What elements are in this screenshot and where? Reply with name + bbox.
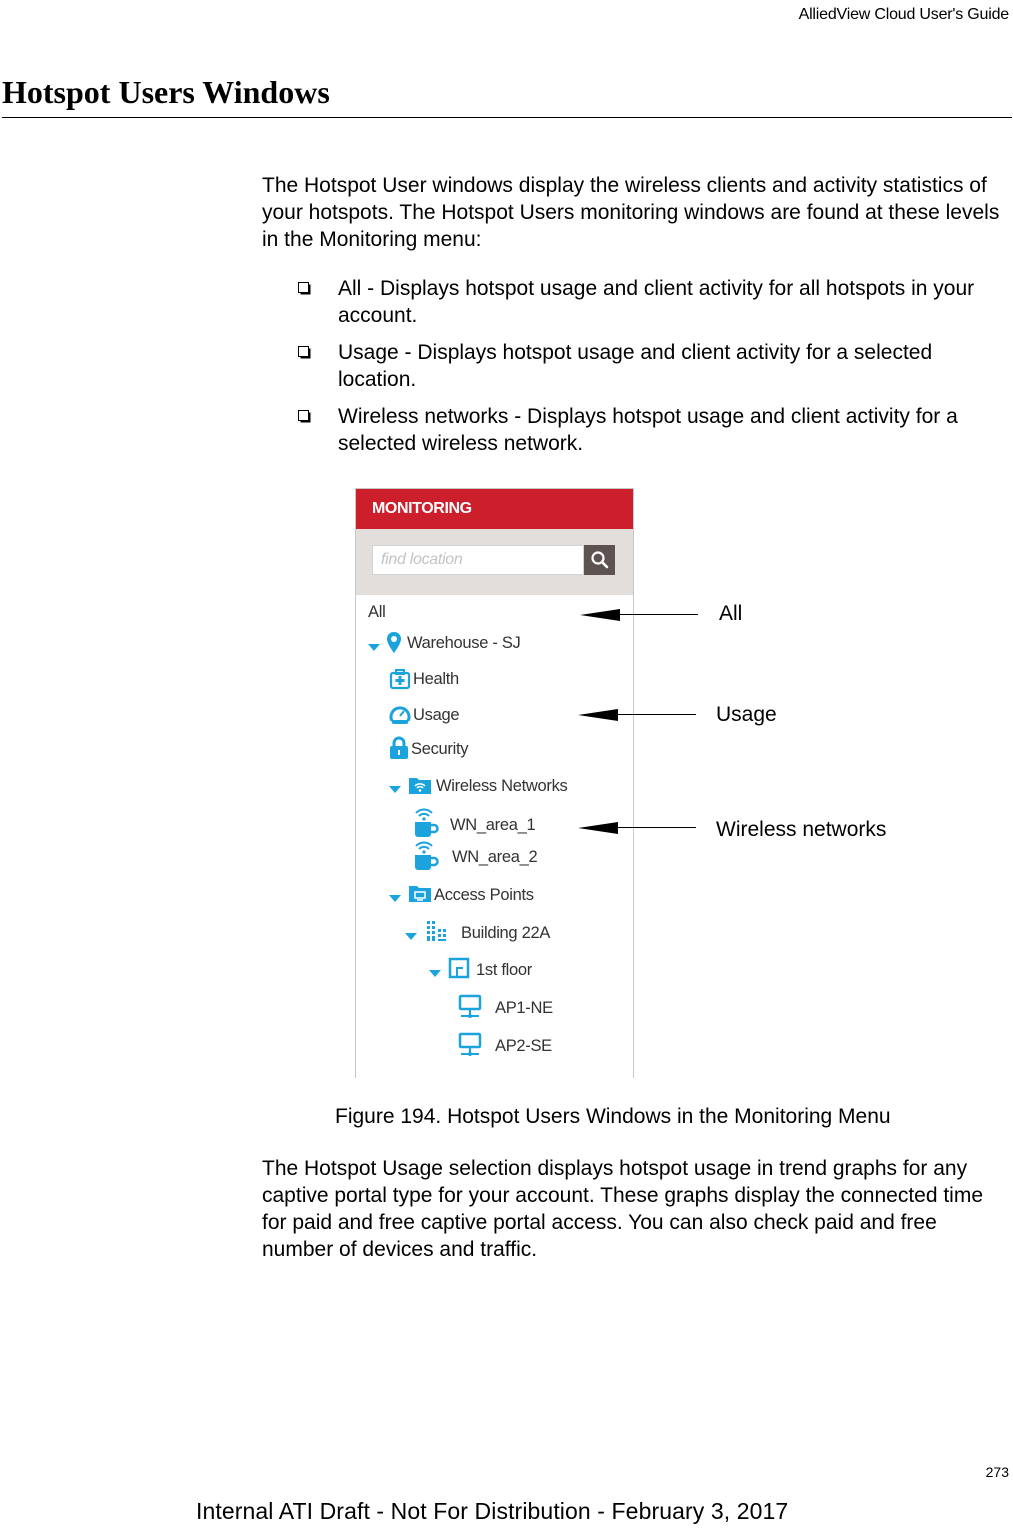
draft-footer: Internal ATI Draft - Not For Distributio… — [196, 1498, 789, 1524]
wifi-folder-icon — [409, 778, 431, 794]
tree-label: Warehouse - SJ — [407, 634, 521, 652]
search-area: find location — [356, 529, 633, 595]
floor-icon — [448, 957, 470, 979]
tree-label: AP2-SE — [495, 1037, 552, 1055]
access-point-icon — [458, 1032, 482, 1056]
tree-label: 1st floor — [476, 961, 532, 979]
tree-item-warehouse-sj[interactable]: Warehouse - SJ — [407, 631, 521, 655]
monitoring-header: MONITORING — [356, 489, 633, 529]
tree-label: WN_area_1 — [450, 816, 536, 834]
callout-line-wireless — [614, 827, 696, 828]
tree-item-wireless-networks[interactable]: Wireless Networks — [436, 774, 568, 798]
tree-item-security[interactable]: Security — [411, 737, 469, 761]
tree-item-usage[interactable]: Usage — [413, 703, 460, 727]
tree-item-health[interactable]: Health — [413, 667, 459, 691]
bullet-text: Usage - Displays hotspot usage and clien… — [338, 341, 933, 391]
callout-arrowhead — [580, 609, 620, 621]
expand-caret-icon[interactable] — [368, 644, 380, 651]
callout-arrowhead — [578, 822, 618, 834]
intro-paragraph: The Hotspot User windows display the wir… — [262, 174, 1000, 251]
wifi-hotspot-cup-icon — [415, 841, 439, 870]
callout-label-usage: Usage — [716, 703, 777, 726]
callout-line-all — [616, 614, 698, 615]
checkbox-bullet-icon — [298, 346, 309, 357]
bullet-item-usage: Usage - Displays hotspot usage and clien… — [298, 339, 1010, 393]
tree-label: AP1-NE — [495, 999, 553, 1017]
tree-label: All — [368, 603, 386, 621]
tree-label: Building 22A — [461, 924, 551, 942]
expand-caret-icon[interactable] — [389, 786, 401, 793]
bullet-text: All - Displays hotspot usage and client … — [338, 277, 975, 327]
location-pin-icon — [387, 632, 401, 653]
bullet-list: All - Displays hotspot usage and client … — [298, 275, 1010, 467]
ap-folder-icon — [409, 886, 431, 902]
checkbox-bullet-icon — [298, 282, 309, 293]
expand-caret-icon[interactable] — [405, 933, 417, 940]
callout-line-usage — [614, 714, 696, 715]
callout-arrowhead — [578, 709, 618, 721]
figure-caption: Figure 194. Hotspot Users Windows in the… — [335, 1105, 891, 1128]
wifi-hotspot-cup-icon — [415, 808, 439, 837]
bullet-item-wireless-networks: Wireless networks - Displays hotspot usa… — [298, 403, 1010, 457]
bullet-text: Wireless networks - Displays hotspot usa… — [338, 405, 958, 455]
tree-label: Health — [413, 670, 459, 688]
building-icon — [427, 921, 446, 941]
tree-label: WN_area_2 — [452, 848, 538, 866]
tree-label: Security — [411, 740, 469, 758]
checkbox-bullet-icon — [298, 410, 309, 421]
tree-item-all[interactable]: All — [368, 600, 386, 624]
search-button[interactable] — [584, 545, 615, 575]
tree-item-wn-area-2[interactable]: WN_area_2 — [452, 845, 538, 869]
tree-label: Wireless Networks — [436, 777, 568, 795]
monitoring-panel: MONITORING find location All Warehouse -… — [355, 488, 634, 1078]
bullet-item-all: All - Displays hotspot usage and client … — [298, 275, 1010, 329]
tree-item-building-22a[interactable]: Building 22A — [461, 921, 550, 945]
page-number: 273 — [985, 1464, 1009, 1480]
search-icon — [591, 551, 609, 569]
page-title: Hotspot Users Windows — [2, 74, 330, 110]
access-point-icon — [458, 994, 482, 1018]
tree-item-wn-area-1[interactable]: WN_area_1 — [450, 813, 536, 837]
speedometer-icon — [389, 706, 411, 724]
expand-caret-icon[interactable] — [429, 970, 441, 977]
running-header: AlliedView Cloud User's Guide — [798, 6, 1010, 23]
tree-item-1st-floor[interactable]: 1st floor — [476, 958, 532, 982]
callout-label-wireless-networks: Wireless networks — [716, 818, 887, 841]
health-kit-icon — [389, 669, 411, 690]
tree-label: Access Points — [434, 886, 534, 904]
tree-item-access-points[interactable]: Access Points — [434, 883, 534, 907]
tree-item-ap1-ne[interactable]: AP1-NE — [495, 996, 553, 1020]
expand-caret-icon[interactable] — [389, 895, 401, 902]
tree-item-ap2-se[interactable]: AP2-SE — [495, 1034, 552, 1058]
tree-label: Usage — [413, 706, 460, 724]
callout-label-all: All — [719, 602, 743, 625]
body-paragraph: The Hotspot Usage selection displays hot… — [262, 1157, 984, 1261]
find-location-input[interactable]: find location — [372, 545, 584, 575]
lock-icon — [390, 736, 408, 759]
title-divider — [2, 117, 1012, 118]
